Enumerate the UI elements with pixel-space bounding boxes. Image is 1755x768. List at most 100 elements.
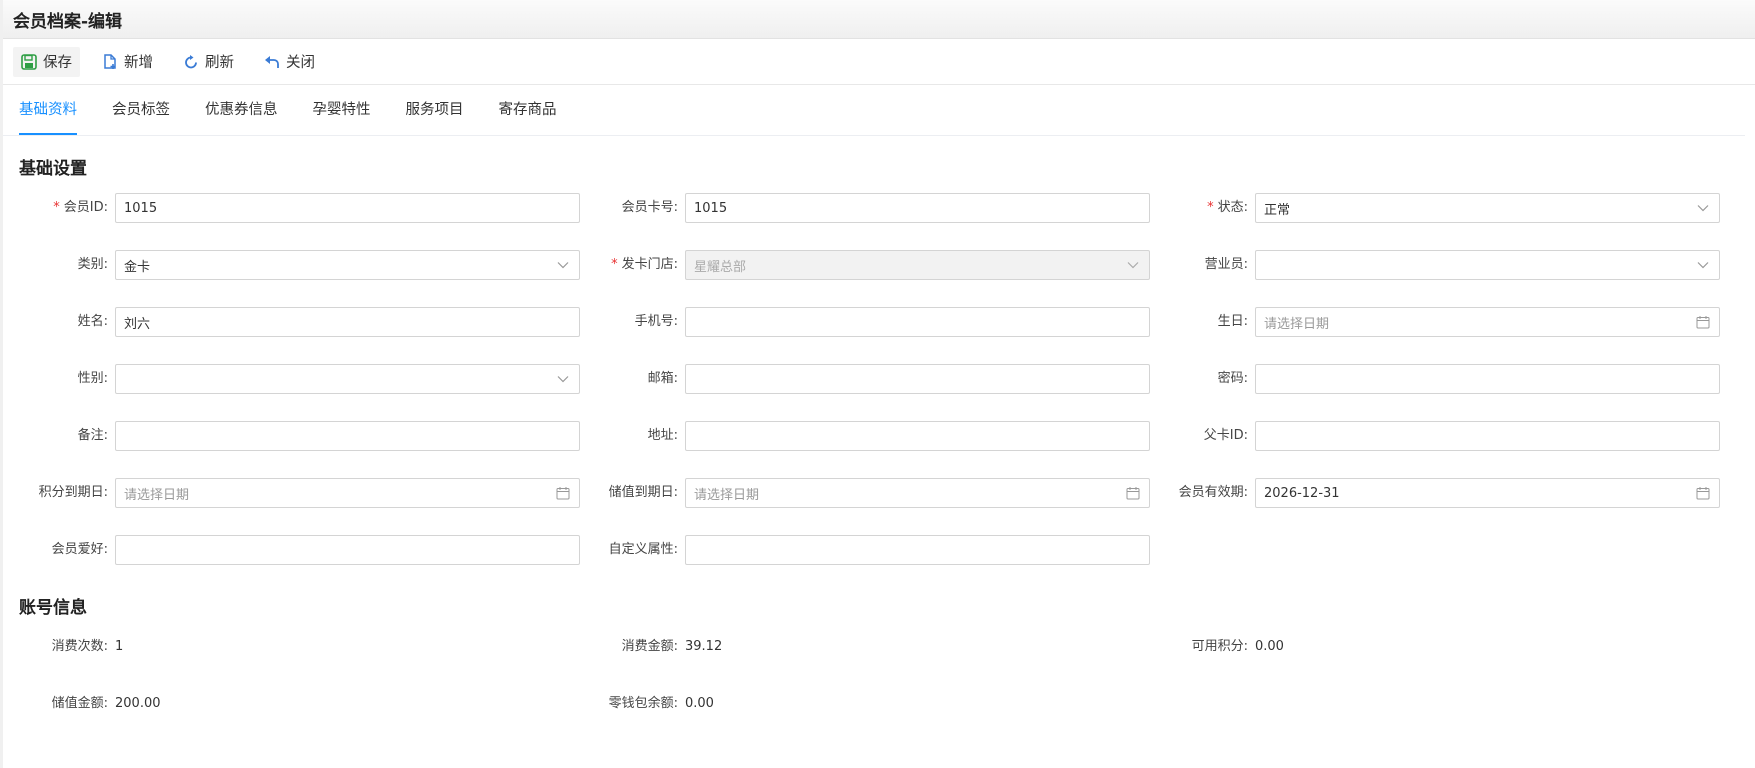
window-title: 会员档案-编辑	[3, 0, 1755, 39]
member-id-input[interactable]: 1015	[115, 193, 580, 223]
new-document-icon	[104, 53, 116, 69]
chevron-down-icon	[557, 262, 569, 269]
gender-field: 性别:	[78, 363, 580, 395]
points-expire-datepicker[interactable]: 请选择日期	[115, 478, 580, 508]
required-mark: *	[611, 257, 618, 272]
remark-input[interactable]	[115, 421, 580, 451]
gender-label: 性别:	[77, 371, 108, 386]
form-row: 积分到期日: 请选择日期 储值到期日: 请选择日期 会员有效期: 2026-12…	[3, 477, 1755, 509]
window: 会员档案-编辑 保存 新增 刷新 关闭 基础资料 会员标签 优惠券信息 孕婴特性…	[3, 0, 1755, 768]
consume-amount-value: 39.12	[685, 639, 723, 654]
custom-attr-input[interactable]	[685, 535, 1150, 565]
refresh-icon	[185, 54, 197, 68]
add-label: 新增	[124, 55, 153, 71]
consume-amount-label: 消费金额:	[621, 639, 678, 654]
save-button[interactable]: 保存	[13, 46, 80, 77]
undo-arrow-icon	[265, 55, 279, 68]
wallet-balance-field: 零钱包余额: 0.00	[609, 688, 714, 720]
stored-expire-label: 储值到期日:	[608, 485, 678, 500]
name-input[interactable]: 刘六	[115, 307, 580, 337]
status-field: * 状态: 正常	[1207, 192, 1720, 224]
consume-count-value: 1	[115, 639, 124, 654]
tab-stored-goods[interactable]: 寄存商品	[499, 98, 557, 135]
valid-until-field: 会员有效期: 2026-12-31	[1179, 477, 1720, 509]
toolbar: 保存 新增 刷新 关闭	[3, 39, 1755, 85]
chevron-down-icon	[1697, 262, 1709, 269]
stored-expire-datepicker[interactable]: 请选择日期	[685, 478, 1150, 508]
password-field: 密码:	[1218, 363, 1720, 395]
email-field: 邮箱:	[648, 363, 1150, 395]
parent-card-field: 父卡ID:	[1204, 420, 1720, 452]
form-row: 会员爱好: 自定义属性:	[3, 534, 1755, 566]
tab-basic-info[interactable]: 基础资料	[19, 98, 77, 135]
available-points-field: 可用积分: 0.00	[1192, 631, 1284, 663]
name-field: 姓名: 刘六	[78, 306, 580, 338]
hobby-input[interactable]	[115, 535, 580, 565]
available-points-label: 可用积分:	[1191, 639, 1248, 654]
email-input[interactable]	[685, 364, 1150, 394]
stored-amount-field: 储值金额: 200.00	[52, 688, 161, 720]
save-label: 保存	[43, 55, 72, 71]
store-field: * 发卡门店: 星耀总部	[611, 249, 1150, 281]
phone-field: 手机号:	[635, 306, 1150, 338]
remark-label: 备注:	[77, 428, 108, 443]
tab-coupons[interactable]: 优惠券信息	[205, 98, 278, 135]
gender-select[interactable]	[115, 364, 580, 394]
points-expire-field: 积分到期日: 请选择日期	[39, 477, 580, 509]
category-label: 类别:	[77, 257, 108, 272]
valid-until-label: 会员有效期:	[1178, 485, 1248, 500]
valid-until-datepicker[interactable]: 2026-12-31	[1255, 478, 1720, 508]
password-label: 密码:	[1217, 371, 1248, 386]
form-row: 性别: 邮箱: 密码:	[3, 363, 1755, 395]
parent-card-label: 父卡ID:	[1203, 428, 1248, 443]
refresh-button[interactable]: 刷新	[175, 47, 242, 77]
status-select[interactable]: 正常	[1255, 193, 1720, 223]
custom-attr-label: 自定义属性:	[608, 542, 678, 557]
custom-attr-field: 自定义属性:	[609, 534, 1150, 566]
phone-input[interactable]	[685, 307, 1150, 337]
password-input[interactable]	[1255, 364, 1720, 394]
chevron-down-icon	[1127, 262, 1139, 269]
stored-amount-label: 储值金额:	[51, 696, 108, 711]
tab-services[interactable]: 服务项目	[406, 98, 464, 135]
close-button[interactable]: 关闭	[256, 47, 323, 77]
address-input[interactable]	[685, 421, 1150, 451]
parent-card-input[interactable]	[1255, 421, 1720, 451]
add-button[interactable]: 新增	[94, 47, 161, 77]
consume-count-field: 消费次数: 1	[52, 631, 124, 663]
birthday-label: 生日:	[1217, 314, 1248, 329]
store-select: 星耀总部	[685, 250, 1150, 280]
calendar-icon	[556, 487, 570, 500]
consume-amount-field: 消费金额: 39.12	[622, 631, 723, 663]
info-row: 消费次数: 1 消费金额: 39.12 可用积分: 0.00	[3, 631, 1755, 663]
tab-bar: 基础资料 会员标签 优惠券信息 孕婴特性 服务项目 寄存商品	[3, 85, 1745, 136]
required-mark: *	[1207, 200, 1214, 215]
form-row: * 会员ID: 1015 会员卡号: 1015 * 状态: 正常	[3, 192, 1755, 224]
calendar-icon	[1696, 487, 1710, 500]
consume-count-label: 消费次数:	[51, 639, 108, 654]
section-title-basic: 基础设置	[19, 159, 87, 179]
form-row: 类别: 金卡 * 发卡门店: 星耀总部 营业员:	[3, 249, 1755, 281]
salesman-select[interactable]	[1255, 250, 1720, 280]
chevron-down-icon	[1697, 205, 1709, 212]
category-field: 类别: 金卡	[78, 249, 580, 281]
info-row: 储值金额: 200.00 零钱包余额: 0.00	[3, 688, 1755, 720]
save-icon	[21, 53, 37, 70]
chevron-down-icon	[557, 376, 569, 383]
card-no-input[interactable]: 1015	[685, 193, 1150, 223]
refresh-label: 刷新	[205, 55, 234, 71]
section-title-account: 账号信息	[19, 598, 87, 618]
birthday-datepicker[interactable]: 请选择日期	[1255, 307, 1720, 337]
points-expire-label: 积分到期日:	[38, 485, 108, 500]
form-row: 姓名: 刘六 手机号: 生日: 请选择日期	[3, 306, 1755, 338]
card-no-label: 会员卡号:	[621, 200, 678, 215]
calendar-icon	[1126, 487, 1140, 500]
tab-member-tags[interactable]: 会员标签	[112, 98, 170, 135]
card-no-field: 会员卡号: 1015	[622, 192, 1150, 224]
hobby-field: 会员爱好:	[52, 534, 580, 566]
remark-field: 备注:	[78, 420, 580, 452]
available-points-value: 0.00	[1255, 639, 1284, 654]
category-select[interactable]: 金卡	[115, 250, 580, 280]
wallet-balance-label: 零钱包余额:	[608, 696, 678, 711]
tab-maternity[interactable]: 孕婴特性	[313, 98, 371, 135]
